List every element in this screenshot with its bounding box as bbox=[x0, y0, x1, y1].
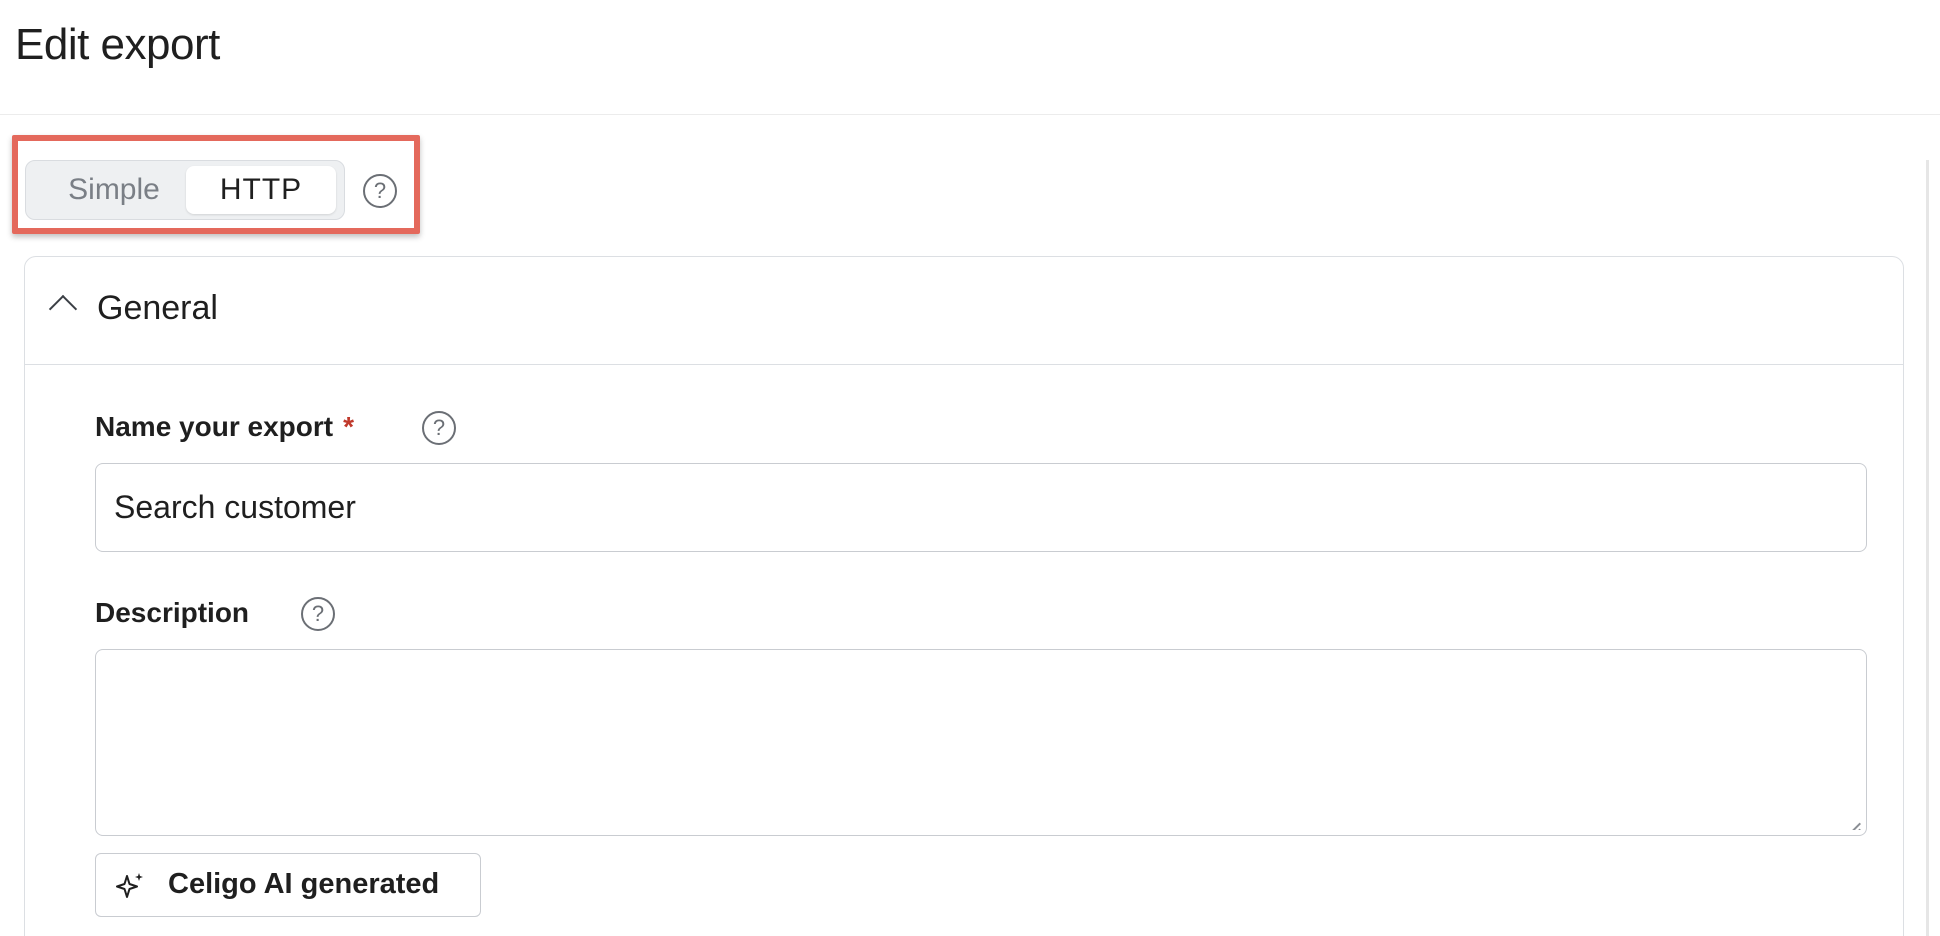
name-field-label: Name your export * bbox=[95, 411, 354, 443]
general-section-header[interactable]: General bbox=[25, 257, 1903, 365]
help-icon[interactable]: ? bbox=[301, 597, 335, 631]
page-title: Edit export bbox=[15, 20, 220, 69]
page-header: Edit export bbox=[0, 0, 1940, 115]
mode-toggle: Simple HTTP bbox=[25, 160, 345, 220]
help-icon[interactable]: ? bbox=[363, 174, 397, 208]
description-label: Description bbox=[95, 597, 250, 628]
resize-handle-icon[interactable] bbox=[1843, 812, 1861, 830]
description-textarea[interactable] bbox=[95, 649, 1867, 836]
help-icon[interactable]: ? bbox=[422, 411, 456, 445]
ai-button-label: Celigo AI generated bbox=[168, 868, 440, 900]
section-title: General bbox=[97, 289, 218, 327]
toggle-http[interactable]: HTTP bbox=[186, 166, 336, 214]
edit-export-page: Edit export Simple HTTP ? General Name y… bbox=[0, 0, 1940, 936]
scrollbar-track[interactable] bbox=[1926, 160, 1929, 936]
sparkle-icon bbox=[116, 873, 143, 898]
name-label-text: Name your export bbox=[95, 411, 334, 442]
celigo-ai-generate-button[interactable]: Celigo AI generated bbox=[95, 853, 481, 917]
export-name-input[interactable] bbox=[95, 463, 1867, 552]
toggle-simple[interactable]: Simple bbox=[34, 166, 194, 214]
required-marker: * bbox=[343, 411, 354, 442]
chevron-up-icon bbox=[48, 294, 78, 324]
